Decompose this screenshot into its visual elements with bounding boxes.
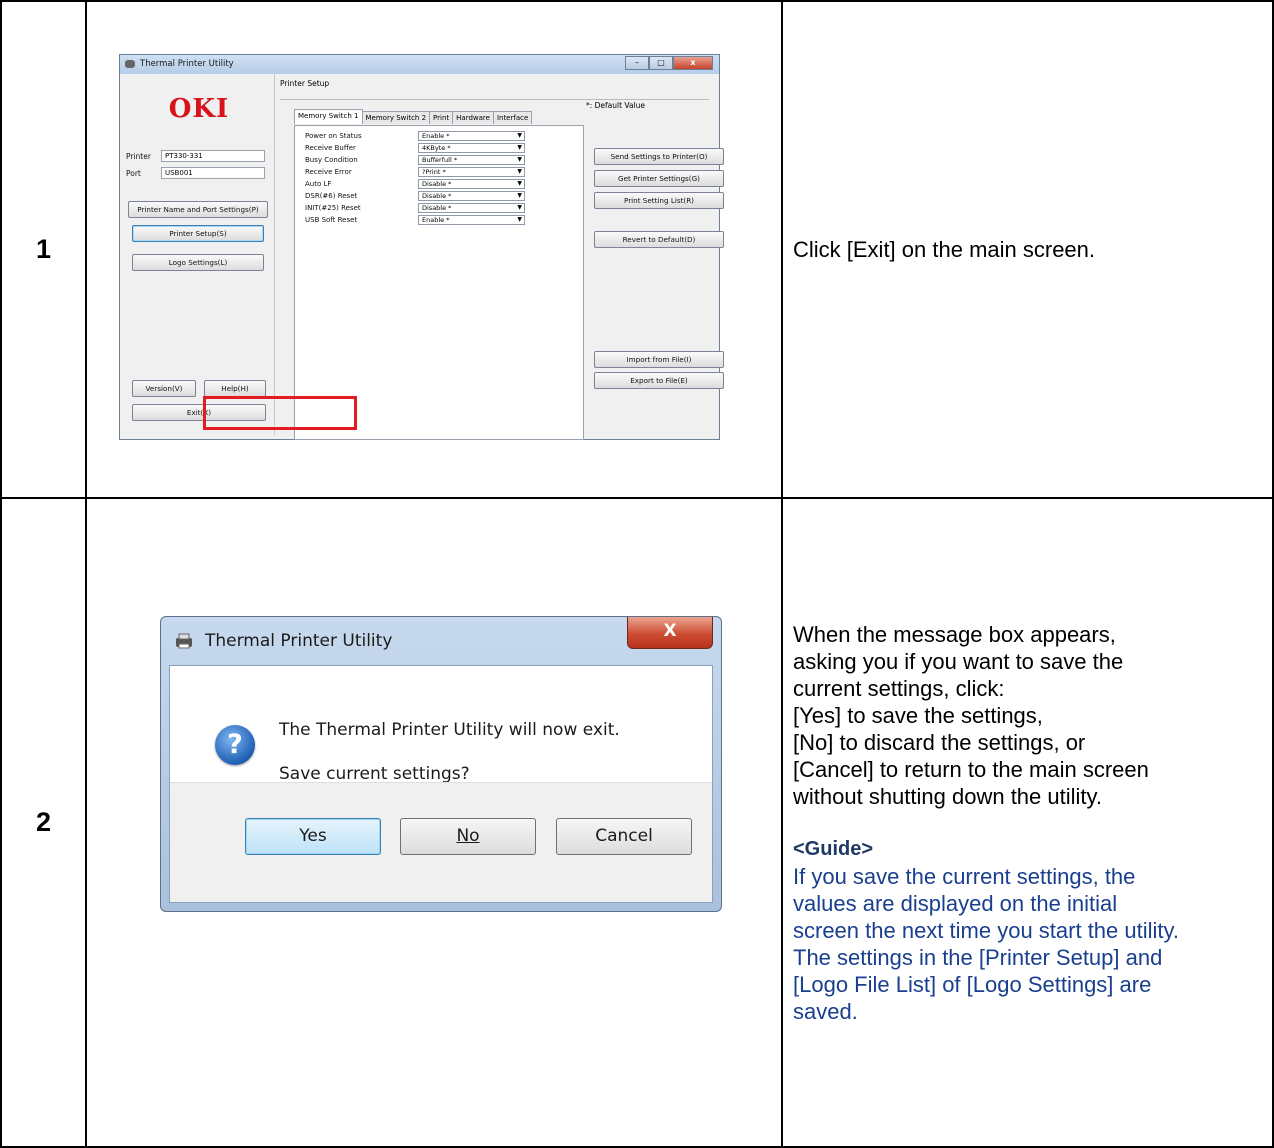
setting-label: INIT(#25) Reset <box>305 204 361 212</box>
setting-label: Busy Condition <box>305 156 358 164</box>
dropdown-arrow-icon: ▼ <box>517 156 522 163</box>
printer-field[interactable]: PT330-331 <box>161 150 265 162</box>
guide-line: screen the next time you start the utili… <box>793 917 1179 943</box>
step-2-line: When the message box appears, <box>793 621 1116 647</box>
setting-label: Auto LF <box>305 180 332 188</box>
printer-app-icon <box>125 60 135 68</box>
cancel-button[interactable]: Cancel <box>556 818 692 855</box>
dropdown-arrow-icon: ▼ <box>517 216 522 223</box>
setting-dropdown[interactable]: Bufferfull * ▼ <box>418 155 525 165</box>
revert-to-default-button[interactable]: Revert to Default(D) <box>594 231 724 248</box>
print-setting-list-button[interactable]: Print Setting List(R) <box>594 192 724 209</box>
dialog-message: The Thermal Printer Utility will now exi… <box>279 720 620 740</box>
dropdown-arrow-icon: ▼ <box>517 192 522 199</box>
logo-settings-button[interactable]: Logo Settings(L) <box>132 254 264 271</box>
setting-value: Bufferfull * <box>422 156 458 164</box>
setting-label: Power on Status <box>305 132 362 140</box>
setting-dropdown[interactable]: 4KByte * ▼ <box>418 143 525 153</box>
step-1-screenshot: Thermal Printer Utility – □ x OKI Printe… <box>85 0 783 499</box>
send-settings-button[interactable]: Send Settings to Printer(O) <box>594 148 724 165</box>
exit-highlight-box <box>203 396 357 430</box>
setting-dropdown[interactable]: Disable * ▼ <box>418 203 525 213</box>
step-2-line: current settings, click: <box>793 675 1005 701</box>
oki-logo: OKI <box>168 94 230 124</box>
step-2-line: [Yes] to save the settings, <box>793 702 1043 728</box>
tab-memory-switch-2[interactable]: Memory Switch 2 <box>361 111 431 124</box>
setting-dropdown[interactable]: Disable * ▼ <box>418 179 525 189</box>
guide-line: saved. <box>793 998 858 1024</box>
printer-setup-panel: Printer Setup *: Default Value Memory Sw… <box>276 74 724 440</box>
printer-setup-button[interactable]: Printer Setup(S) <box>132 225 264 242</box>
step-2-line: [No] to discard the settings, or <box>793 729 1086 755</box>
get-printer-settings-button[interactable]: Get Printer Settings(G) <box>594 170 724 187</box>
setting-dropdown[interactable]: Enable * ▼ <box>418 131 525 141</box>
window-title-bar: Thermal Printer Utility – □ x <box>120 55 719 74</box>
no-button[interactable]: No <box>400 818 536 855</box>
step-2-screenshot: Thermal Printer Utility X ? The Thermal … <box>85 497 783 1148</box>
guide-line: If you save the current settings, the <box>793 863 1136 889</box>
step-2-text: When the message box appears, asking you… <box>781 497 1274 1148</box>
port-label: Port <box>126 169 141 178</box>
import-from-file-button[interactable]: Import from File(I) <box>594 351 724 368</box>
help-button[interactable]: Help(H) <box>204 380 266 397</box>
guide-heading: <Guide> <box>793 837 874 860</box>
port-field[interactable]: USB001 <box>161 167 265 179</box>
setting-value: Disable * <box>422 180 452 188</box>
dropdown-arrow-icon: ▼ <box>517 168 522 175</box>
step-2-line: [Cancel] to return to the main screen <box>793 756 1149 782</box>
group-title: Printer Setup <box>280 79 330 88</box>
setting-value: 4KByte * <box>422 144 451 152</box>
window-title: Thermal Printer Utility <box>140 59 234 69</box>
yes-button[interactable]: Yes <box>245 818 381 855</box>
setting-dropdown[interactable]: Enable * ▼ <box>418 215 525 225</box>
tab-print[interactable]: Print <box>429 111 454 124</box>
settings-tabs: Memory Switch 1 Memory Switch 2 Print Ha… <box>294 109 533 124</box>
close-icon[interactable]: x <box>673 56 713 70</box>
dropdown-arrow-icon: ▼ <box>517 180 522 187</box>
memory-switch-1-panel: Power on Status Enable * ▼ Receive Buffer… <box>294 125 584 440</box>
setting-label: Receive Error <box>305 168 352 176</box>
setting-value: Disable * <box>422 192 452 200</box>
instruction-table: 1 Thermal Printer Utility – □ x OKI Prin… <box>0 0 1274 1148</box>
maximize-icon[interactable]: □ <box>649 56 673 70</box>
dropdown-arrow-icon: ▼ <box>517 132 522 139</box>
setting-value: Disable * <box>422 204 452 212</box>
step-number-2: 2 <box>0 497 87 1148</box>
setting-label: DSR(#6) Reset <box>305 192 358 200</box>
setting-dropdown[interactable]: Disable * ▼ <box>418 191 525 201</box>
dropdown-arrow-icon: ▼ <box>517 204 522 211</box>
setting-value: Enable * <box>422 216 450 224</box>
guide-line: values are displayed on the initial <box>793 890 1118 916</box>
default-value-note: *: Default Value <box>585 101 645 110</box>
printer-name-port-settings-button[interactable]: Printer Name and Port Settings(P) <box>128 201 268 218</box>
minimize-icon[interactable]: – <box>625 56 649 70</box>
tab-memory-switch-1[interactable]: Memory Switch 1 <box>294 109 363 124</box>
tab-hardware[interactable]: Hardware <box>452 111 494 124</box>
guide-line: The settings in the [Printer Setup] and <box>793 944 1163 970</box>
step-1-text: Click [Exit] on the main screen. <box>781 0 1274 499</box>
export-to-file-button[interactable]: Export to File(E) <box>594 372 724 389</box>
guide-line: [Logo File List] of [Logo Settings] are <box>793 971 1152 997</box>
tab-interface[interactable]: Interface <box>492 111 533 124</box>
utility-main-window: Thermal Printer Utility – □ x OKI Printe… <box>119 54 724 440</box>
dialog-title: Thermal Printer Utility <box>205 631 393 651</box>
no-button-label: No <box>456 826 480 846</box>
setting-value: ?Print * <box>422 168 446 176</box>
question-icon: ? <box>215 725 255 765</box>
setting-label: Receive Buffer <box>305 144 356 152</box>
step-2-line: without shutting down the utility. <box>793 783 1102 809</box>
close-icon[interactable]: X <box>627 617 713 649</box>
left-panel: OKI Printer PT330-331 Port USB001 Printe… <box>124 74 275 435</box>
dropdown-arrow-icon: ▼ <box>517 144 522 151</box>
printer-label: Printer <box>126 152 151 161</box>
setting-label: USB Soft Reset <box>305 216 358 224</box>
version-button[interactable]: Version(V) <box>132 380 196 397</box>
step-number-1: 1 <box>0 0 87 499</box>
setting-dropdown[interactable]: ?Print * ▼ <box>418 167 525 177</box>
printer-app-icon <box>176 633 192 649</box>
exit-confirm-dialog: Thermal Printer Utility X ? The Thermal … <box>160 616 722 912</box>
step-2-line: asking you if you want to save the <box>793 648 1124 674</box>
setting-value: Enable * <box>422 132 450 140</box>
dialog-question: Save current settings? <box>279 764 470 784</box>
